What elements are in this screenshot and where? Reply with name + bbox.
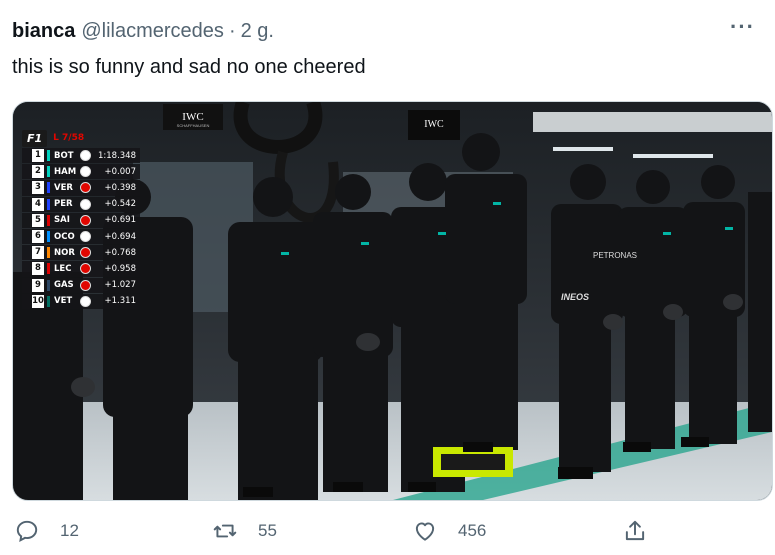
reply-button[interactable]: 12 <box>14 518 79 544</box>
author-handle[interactable]: @lilacmercedes <box>81 20 224 43</box>
tweet-action-bar: 12 55 456 <box>0 514 775 554</box>
tyre-icon <box>80 198 91 210</box>
driver-gap: +0.542 <box>104 199 136 210</box>
driver-position: 10 <box>32 294 44 308</box>
leaderboard-row: 2 HAM +0.007 <box>22 164 140 180</box>
driver-code: SAI <box>54 215 70 226</box>
leaderboard-row: 9 GAS +1.027 <box>22 277 140 293</box>
share-icon <box>625 520 645 541</box>
leaderboard-row: 10 VET +1.311 <box>22 293 140 309</box>
team-color-marker <box>47 231 50 243</box>
driver-position: 8 <box>32 262 44 276</box>
driver-code: HAM <box>54 166 77 177</box>
driver-gap: +0.007 <box>104 166 136 177</box>
team-color-marker <box>47 166 50 178</box>
leaderboard-row: 6 OCO +0.694 <box>22 228 140 245</box>
driver-gap: +0.691 <box>104 215 136 226</box>
driver-position: 5 <box>32 213 44 227</box>
like-count: 456 <box>458 521 487 540</box>
leaderboard-row: 3 VER +0.398 <box>22 180 140 196</box>
team-color-marker <box>47 263 50 275</box>
driver-gap: +0.958 <box>104 263 136 274</box>
driver-position: 1 <box>32 149 44 163</box>
driver-position: 2 <box>32 165 44 179</box>
driver-code: PER <box>54 199 73 210</box>
driver-gap: +0.694 <box>104 231 136 242</box>
share-button[interactable] <box>622 518 668 544</box>
leaderboard-row: 8 LEC +0.958 <box>22 261 140 277</box>
like-button[interactable]: 456 <box>412 518 486 544</box>
heart-icon <box>415 522 435 541</box>
tyre-icon <box>80 166 91 178</box>
driver-code: OCO <box>54 231 75 242</box>
tyre-icon <box>80 295 91 307</box>
f1-leaderboard-overlay: F1 L 7/58 1 BOT 1:18.348 2 HAM +0.007 3 VER +0.3… <box>22 128 140 310</box>
leaderboard-row: 5 SAI +0.691 <box>22 212 140 228</box>
reply-count: 12 <box>60 521 79 540</box>
more-options-icon[interactable]: ··· <box>730 14 755 40</box>
retweet-count: 55 <box>258 521 277 540</box>
driver-position: 3 <box>32 181 44 195</box>
driver-code: BOT <box>54 150 74 161</box>
team-color-marker <box>47 295 50 307</box>
driver-gap: +0.768 <box>104 247 136 258</box>
leaderboard-row: 7 NOR +0.768 <box>22 245 140 261</box>
lap-counter: L 7/58 <box>53 133 85 143</box>
team-color-marker <box>47 182 50 194</box>
header-separator: · <box>228 19 236 42</box>
driver-gap: +1.311 <box>104 296 136 307</box>
tweet-timestamp[interactable]: 2 g. <box>241 20 274 43</box>
iwc-sign-2: IWC <box>424 119 444 130</box>
tyre-icon <box>80 263 91 275</box>
tyre-icon <box>80 279 91 291</box>
f1-logo: F1 <box>22 129 48 147</box>
retweet-icon <box>213 524 237 538</box>
driver-code: NOR <box>54 247 75 258</box>
tyre-icon <box>80 231 91 243</box>
tyre-icon <box>80 247 91 259</box>
leaderboard-header: F1 L 7/58 <box>22 128 140 148</box>
petronas-shirt-text: PETRONAS <box>593 251 637 260</box>
leaderboard-row: 1 BOT 1:18.348 <box>22 148 140 164</box>
author-display-name[interactable]: bianca <box>12 20 75 43</box>
driver-position: 6 <box>32 230 44 244</box>
driver-code: LEC <box>54 263 72 274</box>
reply-icon <box>16 520 38 542</box>
retweet-button[interactable]: 55 <box>212 518 277 544</box>
team-color-marker <box>47 150 50 162</box>
leaderboard-rows: 1 BOT 1:18.348 2 HAM +0.007 3 VER +0.398 4 PER +0.5… <box>22 148 140 309</box>
team-color-marker <box>47 214 50 226</box>
driver-gap: +1.027 <box>104 280 136 291</box>
driver-gap: +0.398 <box>104 182 136 193</box>
tyre-icon <box>80 214 91 226</box>
driver-code: GAS <box>54 280 74 291</box>
tweet-text: this is so funny and sad no one cheered <box>12 56 366 78</box>
driver-position: 4 <box>32 197 44 211</box>
iwc-sign-sub: SCHAFFHAUSEN <box>177 123 210 128</box>
tweet-header: bianca @lilacmercedes · 2 g. ··· <box>12 14 763 44</box>
team-color-marker <box>47 279 50 291</box>
team-color-marker <box>47 198 50 210</box>
team-color-marker <box>47 247 50 259</box>
driver-position: 9 <box>32 278 44 292</box>
tyre-icon <box>80 182 91 194</box>
ineos-vest-text: INEOS <box>561 292 589 302</box>
driver-code: VET <box>54 296 73 307</box>
iwc-sign-1: IWC <box>182 111 203 123</box>
driver-gap: 1:18.348 <box>97 150 136 161</box>
driver-code: VER <box>54 182 73 193</box>
leaderboard-row: 4 PER +0.542 <box>22 196 140 212</box>
tyre-icon <box>80 150 91 162</box>
driver-position: 7 <box>32 246 44 260</box>
